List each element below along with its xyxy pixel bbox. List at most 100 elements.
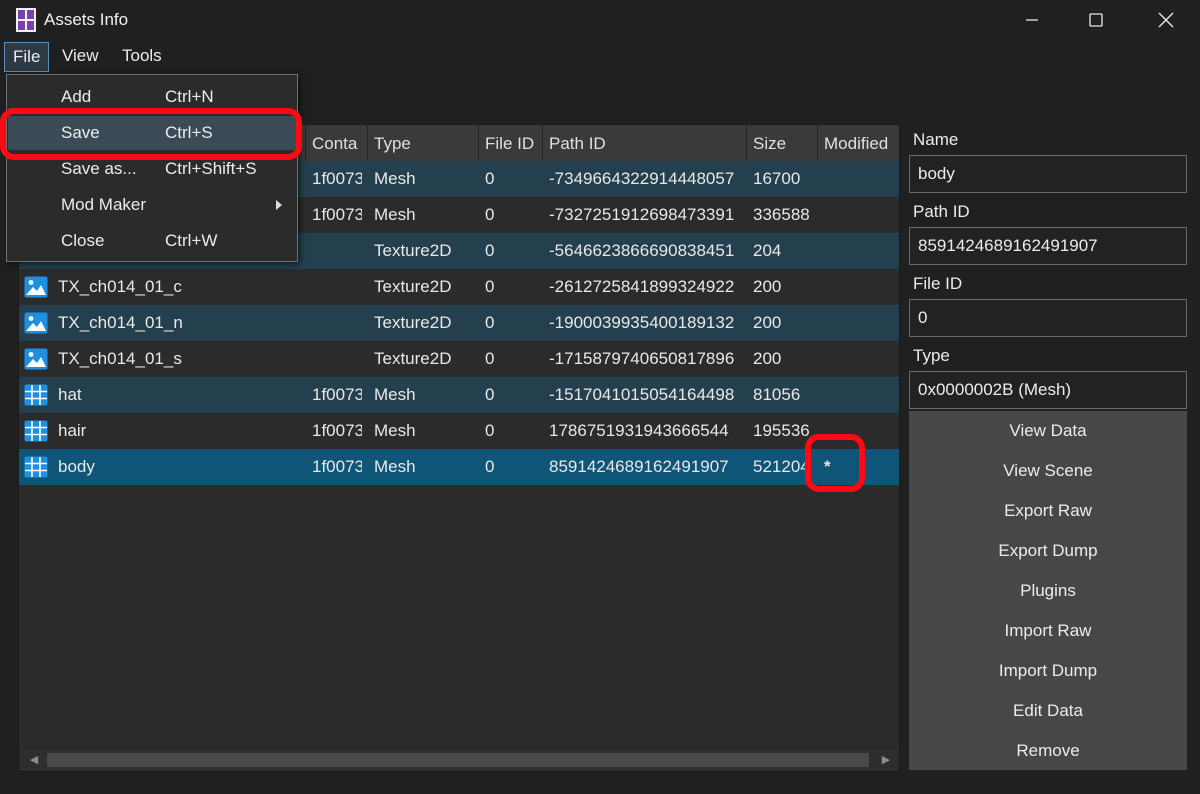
column-header-modified[interactable]: Modified [817, 125, 899, 161]
import-dump-button[interactable]: Import Dump [909, 651, 1187, 691]
table-row[interactable]: TX_ch014_01_c Texture2D 0 -2612725841899324… [19, 269, 899, 305]
scroll-right-icon[interactable]: ▶ [879, 753, 893, 767]
menu-bar: File View Tools [0, 40, 1200, 74]
cell-type: Mesh [374, 457, 416, 476]
type-field[interactable]: 0x0000002B (Mesh) [909, 371, 1187, 409]
texture-icon [24, 348, 48, 370]
file-id-field[interactable]: 0 [909, 299, 1187, 337]
path-id-field[interactable]: 8591424689162491907 [909, 227, 1187, 265]
table-row[interactable]: hair 1f0073 Mesh 0 1786751931943666544 195536 [19, 413, 899, 449]
menu-view[interactable]: View [54, 42, 107, 72]
cell-size: 200 [753, 349, 782, 368]
edit-data-button[interactable]: Edit Data [909, 691, 1187, 731]
cell-path-id: -1900039935400189132 [549, 313, 735, 332]
submenu-arrow-icon [276, 200, 282, 210]
cell-container [312, 233, 362, 269]
menu-item-mod-maker[interactable]: Mod Maker [8, 188, 296, 222]
column-header-size[interactable]: Size [746, 125, 817, 161]
column-header-container[interactable]: Conta [305, 125, 367, 161]
cell-container: 1f0073 [312, 421, 362, 440]
import-raw-button[interactable]: Import Raw [909, 611, 1187, 651]
cell-file-id: 0 [485, 169, 495, 188]
cell-container: 1f0073 [312, 457, 362, 476]
cell-file-id: 0 [485, 277, 495, 296]
cell-path-id: -7349664322914448057 [549, 169, 735, 188]
menu-item-shortcut: Ctrl+W [165, 231, 218, 250]
cell-container: 1f0073 [312, 169, 362, 188]
cell-type: Texture2D [374, 241, 452, 260]
maximize-button[interactable] [1072, 0, 1120, 40]
plugins-button[interactable]: Plugins [909, 571, 1187, 611]
cell-file-id: 0 [485, 385, 495, 404]
menu-item-close[interactable]: Close Ctrl+W [8, 224, 296, 258]
cell-file-id: 0 [485, 421, 495, 440]
cell-size: 204 [753, 241, 782, 260]
table-row[interactable]: TX_ch014_01_n Texture2D 0 -1900039935400189… [19, 305, 899, 341]
cell-modified [824, 197, 894, 233]
table-row[interactable]: body 1f0073 Mesh 0 8591424689162491907 521204… [19, 449, 899, 485]
column-header-type[interactable]: Type [367, 125, 478, 161]
menu-tools[interactable]: Tools [114, 42, 170, 72]
cell-file-id: 0 [485, 349, 495, 368]
cell-file-id: 0 [485, 205, 495, 224]
cell-size: 200 [753, 277, 782, 296]
cell-path-id: -1715879740650817896 [549, 349, 735, 368]
horizontal-scrollbar[interactable]: ◀ ▶ [21, 749, 897, 771]
cell-container: 1f0073 [312, 205, 362, 224]
scroll-left-icon[interactable]: ◀ [27, 753, 41, 767]
cell-container [312, 341, 362, 377]
cell-size: 16700 [753, 169, 801, 188]
cell-name: TX_ch014_01_s [58, 349, 182, 368]
cell-path-id: -1517041015054164498 [549, 385, 735, 404]
table-row[interactable]: TX_ch014_01_s Texture2D 0 -1715879740650817… [19, 341, 899, 377]
file-dropdown-menu: Add Ctrl+N Save Ctrl+S Save as... Ctrl+S… [6, 74, 298, 262]
column-header-file-id[interactable]: File ID [478, 125, 542, 161]
cell-size: 81056 [753, 385, 801, 404]
cell-path-id: -2612725841899324922 [549, 277, 735, 296]
cell-path-id: 8591424689162491907 [549, 457, 729, 476]
cell-type: Texture2D [374, 313, 452, 332]
export-dump-button[interactable]: Export Dump [909, 531, 1187, 571]
cell-name: hat [58, 385, 82, 404]
cell-modified [824, 377, 894, 413]
export-raw-button[interactable]: Export Raw [909, 491, 1187, 531]
action-buttons-panel: View Data View Scene Export Raw Export D… [909, 411, 1187, 770]
title-bar: Assets Info [0, 0, 1200, 40]
cell-path-id: -5646623866690838451 [549, 241, 735, 260]
mesh-icon [24, 384, 48, 406]
menu-item-label: Close [61, 231, 105, 250]
mesh-icon [24, 420, 48, 442]
name-field[interactable]: body [909, 155, 1187, 193]
menu-file[interactable]: File [4, 42, 50, 72]
remove-button[interactable]: Remove [909, 731, 1187, 771]
window-title: Assets Info [44, 10, 129, 29]
view-scene-button[interactable]: View Scene [909, 451, 1187, 491]
cell-modified [824, 269, 894, 305]
cell-type: Mesh [374, 205, 416, 224]
scrollbar-thumb[interactable] [47, 753, 869, 767]
view-data-button[interactable]: View Data [909, 411, 1187, 451]
minimize-button[interactable] [1008, 0, 1056, 40]
cell-name: TX_ch014_01_n [58, 313, 183, 332]
cell-modified [824, 305, 894, 341]
cell-name: TX_ch014_01_c [58, 277, 182, 296]
cell-container: 1f0073 [312, 385, 362, 404]
cell-type: Texture2D [374, 349, 452, 368]
save-highlight-annotation [0, 108, 302, 160]
type-label: Type [913, 346, 950, 365]
cell-file-id: 0 [485, 457, 495, 476]
table-row[interactable]: hat 1f0073 Mesh 0 -1517041015054164498 81056 [19, 377, 899, 413]
cell-file-id: 0 [485, 313, 495, 332]
column-header-path-id[interactable]: Path ID [542, 125, 746, 161]
cell-type: Mesh [374, 421, 416, 440]
texture-icon [24, 312, 48, 334]
maximize-icon [1089, 13, 1103, 27]
close-icon [1158, 12, 1174, 28]
cell-name: hair [58, 421, 87, 440]
minimize-icon [1026, 19, 1038, 21]
close-window-button[interactable] [1142, 0, 1190, 40]
name-label: Name [913, 130, 959, 149]
cell-name: body [58, 457, 95, 476]
cell-type: Texture2D [374, 277, 452, 296]
cell-modified [824, 161, 894, 197]
